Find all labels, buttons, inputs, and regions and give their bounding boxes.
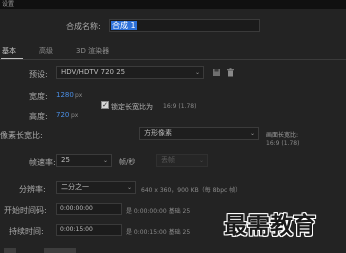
comp-name-label: 合成名称: (66, 22, 101, 31)
pixel-aspect-label: 像素长宽比: (0, 131, 43, 140)
save-preset-icon[interactable] (212, 68, 221, 77)
tab-advanced[interactable]: 高级 (39, 46, 53, 56)
duration-input[interactable]: 0:00:15:00 (56, 224, 122, 236)
frame-rate-unit: 帧/秒 (119, 158, 136, 166)
chevron-down-icon: ⌄ (249, 130, 255, 137)
width-label: 宽度: (29, 92, 48, 101)
resolution-label: 分辨率: (19, 185, 46, 194)
height-value[interactable]: 720 (56, 111, 69, 119)
preset-label: 预设: (29, 70, 48, 79)
chevron-down-icon: ⌄ (102, 157, 108, 164)
resolution-dropdown[interactable]: 二分之一 ⌄ (56, 181, 136, 194)
width-value[interactable]: 1280 (56, 91, 74, 99)
frame-rate-dropdown[interactable]: 25 ⌄ (56, 154, 112, 167)
start-timecode-label: 开始时间码: (4, 206, 47, 215)
height-label: 高度: (29, 112, 48, 121)
bottom-button[interactable] (4, 248, 16, 253)
duration-value: 0:00:15:00 (60, 226, 93, 233)
comp-name-input[interactable]: 合成 1 (109, 19, 260, 32)
trash-icon[interactable] (226, 68, 235, 77)
start-timecode-desc: 是 0:00:00:00 基础 25 (126, 208, 191, 215)
lock-aspect-checkbox[interactable]: ✓ (101, 101, 109, 109)
chevron-down-icon: ⌄ (198, 157, 204, 164)
preset-dropdown[interactable]: HDV/HDTV 720 25 ⌄ (56, 66, 204, 79)
duration-label: 持续时间: (9, 227, 44, 236)
window-titlebar: 设置 (0, 0, 346, 9)
pixel-aspect-value: 方形像素 (144, 129, 172, 137)
height-unit: px (71, 112, 79, 119)
preset-value: HDV/HDTV 720 25 (61, 68, 126, 76)
tab-3d-renderer[interactable]: 3D 渲染器 (76, 46, 109, 56)
comp-name-value: 合成 1 (111, 21, 137, 30)
tab-basic[interactable]: 基本 (2, 46, 16, 56)
lock-aspect-ratio: 16:9 (1.78) (163, 103, 197, 110)
resolution-info: 640 x 360，900 KB（每 8bpc 帧） (141, 187, 242, 194)
dropframe-dropdown: 丢帧 ⌄ (156, 154, 208, 167)
duration-desc: 是 0:00:15:00 基础 25 (126, 229, 191, 236)
bottom-button[interactable] (44, 248, 76, 253)
watermark-logo-text: 最需教育 (224, 213, 316, 239)
window-title: 设置 (2, 1, 15, 8)
chevron-down-icon: ⌄ (126, 184, 132, 191)
dropframe-value: 丢帧 (161, 156, 175, 164)
lock-aspect-label: 锁定长宽比为 (111, 103, 153, 111)
frame-aspect-label: 画面长宽比: (266, 132, 299, 139)
chevron-down-icon: ⌄ (194, 69, 200, 76)
frame-aspect-value: 16:9 (1.78) (266, 140, 300, 147)
pixel-aspect-dropdown[interactable]: 方形像素 ⌄ (139, 127, 259, 140)
start-timecode-input[interactable]: 0:00:00:00 (56, 203, 122, 215)
start-timecode-value: 0:00:00:00 (60, 205, 93, 212)
frame-rate-value: 25 (61, 156, 70, 164)
tab-divider (0, 59, 346, 60)
resolution-value: 二分之一 (61, 183, 89, 191)
width-unit: px (75, 92, 83, 99)
frame-rate-label: 帧速率: (29, 158, 56, 167)
